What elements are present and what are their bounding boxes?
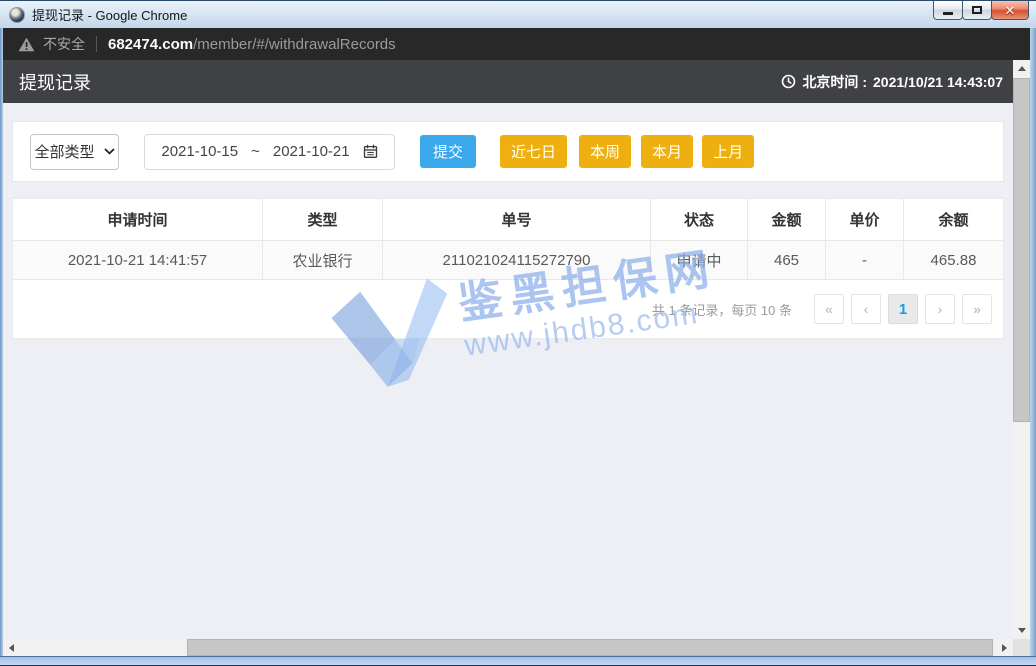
quick-range-thisweek-button[interactable]: 本周 [579,135,631,168]
calendar-icon[interactable] [363,144,378,159]
quick-range-last7days-button[interactable]: 近七日 [500,135,567,168]
url-domain: 682474.com [108,36,193,53]
pagination-page-1-button[interactable]: 1 [888,294,918,324]
col-header-type: 类型 [263,199,383,241]
scrollbar-down-arrow[interactable] [1013,622,1030,639]
scrollbar-left-arrow[interactable] [3,639,20,656]
type-select[interactable]: 全部类型 [30,134,119,170]
cell-type: 农业银行 [263,241,383,280]
type-select-value: 全部类型 [34,141,94,162]
col-header-order-no: 单号 [383,199,651,241]
pagination: 共 1 条记录，每页 10 条 « ‹ 1 › » [13,280,1003,338]
address-bar[interactable]: 不安全 682474.com/member/#/withdrawalRecord… [3,28,1030,60]
pagination-prev-button[interactable]: ‹ [851,294,881,324]
window-left-border [0,28,3,656]
address-divider [96,36,97,52]
col-header-balance: 余额 [904,199,1003,241]
col-header-unit-price: 单价 [826,199,904,241]
cell-balance: 465.88 [904,241,1003,280]
url-path: /member/#/withdrawalRecords [193,36,396,53]
beijing-time: 北京时间 : 2021/10/21 14:43:07 [781,72,1003,92]
col-header-status: 状态 [651,199,748,241]
date-separator: ~ [251,143,260,160]
cell-unit-price: - [826,241,904,280]
vertical-scrollbar-thumb[interactable] [1013,78,1030,422]
browser-window: 提现记录 - Google Chrome ✕ 不安全 682474.com/me… [0,0,1036,666]
clock-icon [781,74,796,89]
minimize-button[interactable] [933,1,963,20]
beijing-time-value: 2021/10/21 14:43:07 [873,74,1003,90]
date-from-value[interactable]: 2021-10-15 [161,143,238,160]
horizontal-scrollbar[interactable] [3,639,1013,656]
beijing-time-label: 北京时间 : [802,72,867,92]
page-title: 提现记录 [19,69,91,95]
cell-amount: 465 [748,241,826,280]
window-right-border [1030,28,1036,656]
page-header: 提现记录 北京时间 : 2021/10/21 14:43:07 [3,60,1030,103]
pagination-summary: 共 1 条记录，每页 10 条 [652,300,792,319]
scrollbar-corner [1013,639,1030,656]
quick-range-thismonth-button[interactable]: 本月 [641,135,693,168]
window-title: 提现记录 - Google Chrome [32,5,187,24]
quick-range-lastmonth-button[interactable]: 上月 [702,135,754,168]
submit-button[interactable]: 提交 [420,135,476,168]
security-label[interactable]: 不安全 [43,34,85,54]
cell-apply-time: 2021-10-21 14:41:57 [13,241,263,280]
cell-status: 申请中 [651,241,748,280]
vertical-scrollbar[interactable] [1013,60,1030,639]
maximize-icon [972,6,982,14]
chevron-down-icon [104,148,115,155]
records-table: 申请时间 类型 单号 状态 金额 单价 余额 2021-10-21 14:41:… [12,198,1004,339]
maximize-button[interactable] [962,1,992,20]
pagination-next-button[interactable]: › [925,294,955,324]
table-row: 2021-10-21 14:41:57 农业银行 211021024115272… [13,241,1003,280]
filter-panel: 全部类型 2021-10-15 ~ 2021-10-21 提交 近七日 本周 本… [12,121,1004,182]
cell-order-no: 211021024115272790 [383,241,651,280]
window-titlebar: 提现记录 - Google Chrome ✕ [0,0,1036,28]
warning-icon[interactable] [18,37,35,52]
pagination-first-button[interactable]: « [814,294,844,324]
pagination-last-button[interactable]: » [962,294,992,324]
url-text[interactable]: 682474.com/member/#/withdrawalRecords [108,36,396,53]
table-header-row: 申请时间 类型 单号 状态 金额 单价 余额 [13,199,1003,241]
scrollbar-up-arrow[interactable] [1013,60,1030,77]
page-content [3,103,1030,639]
col-header-apply-time: 申请时间 [13,199,263,241]
horizontal-scrollbar-thumb[interactable] [187,639,993,656]
window-controls: ✕ [934,1,1029,20]
close-icon: ✕ [1005,4,1016,17]
col-header-amount: 金额 [748,199,826,241]
scrollbar-right-arrow[interactable] [996,639,1013,656]
minimize-icon [943,12,953,15]
date-to-value[interactable]: 2021-10-21 [273,143,350,160]
window-bottom-border [0,656,1036,666]
favicon-icon [9,7,25,23]
date-range-input[interactable]: 2021-10-15 ~ 2021-10-21 [144,134,395,170]
close-button[interactable]: ✕ [991,1,1029,20]
